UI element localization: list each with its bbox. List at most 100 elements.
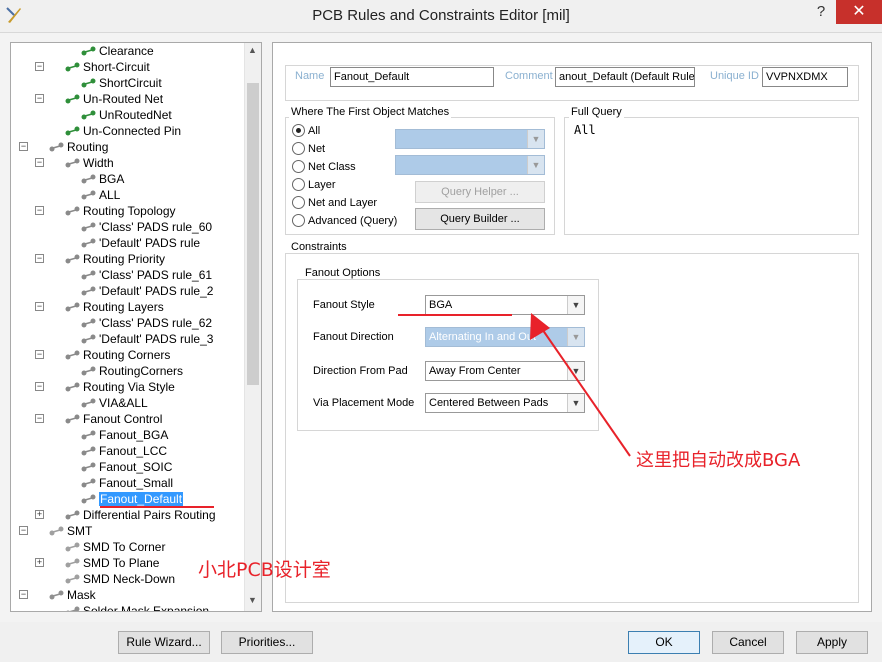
radio-layer[interactable]: Layer bbox=[292, 177, 336, 193]
direction-from-pad-label: Direction From Pad bbox=[313, 365, 408, 377]
tree-item[interactable]: Fanout_Small bbox=[81, 475, 173, 491]
tree-item[interactable]: − Routing Layers bbox=[35, 299, 164, 315]
fanout-options-title: Fanout Options bbox=[303, 267, 383, 279]
comment-input[interactable]: anout_Default (Default Rule) bbox=[555, 67, 695, 87]
tree-item[interactable]: Clearance bbox=[81, 43, 154, 59]
priorities-button[interactable]: Priorities... bbox=[221, 631, 313, 654]
mask-icon bbox=[49, 589, 65, 601]
expand-icon[interactable]: + bbox=[35, 558, 44, 567]
tree-item-label: Fanout Control bbox=[83, 412, 163, 426]
rule-wizard-button[interactable]: Rule Wizard... bbox=[118, 631, 210, 654]
tree-item[interactable]: + Differential Pairs Routing bbox=[35, 507, 216, 523]
radio-net-and-layer-icon[interactable] bbox=[292, 196, 305, 209]
full-query-text[interactable]: All bbox=[574, 123, 596, 137]
collapse-icon[interactable]: − bbox=[35, 158, 44, 167]
collapse-icon[interactable]: − bbox=[19, 526, 28, 535]
tree-item[interactable]: Solder Mask Expansion bbox=[65, 603, 209, 611]
tree-item[interactable]: SMD To Corner bbox=[65, 539, 165, 555]
tree-scroll-thumb[interactable] bbox=[247, 83, 259, 385]
tree-item[interactable]: 'Class' PADS rule_61 bbox=[81, 267, 212, 283]
radio-layer-icon[interactable] bbox=[292, 178, 305, 191]
radio-net[interactable]: Net bbox=[292, 141, 325, 157]
tree-item[interactable]: − SMT bbox=[19, 523, 92, 539]
radio-advanced[interactable]: Advanced (Query) bbox=[292, 213, 397, 229]
tree-item[interactable]: UnRoutedNet bbox=[81, 107, 172, 123]
scroll-down-icon[interactable]: ▼ bbox=[248, 595, 257, 605]
radio-net-and-layer[interactable]: Net and Layer bbox=[292, 195, 377, 211]
apply-button[interactable]: Apply bbox=[796, 631, 868, 654]
tree-item[interactable]: − Routing Via Style bbox=[35, 379, 175, 395]
close-button[interactable]: ✕ bbox=[836, 0, 882, 24]
collapse-icon[interactable]: − bbox=[35, 414, 44, 423]
help-button[interactable]: ? bbox=[806, 0, 836, 24]
ok-button[interactable]: OK bbox=[628, 631, 700, 654]
tree-item[interactable]: VIA&ALL bbox=[81, 395, 148, 411]
tree-item[interactable]: ALL bbox=[81, 187, 120, 203]
collapse-icon[interactable]: − bbox=[35, 94, 44, 103]
tree-item[interactable]: − Fanout Control bbox=[35, 411, 163, 427]
collapse-icon[interactable]: − bbox=[35, 382, 44, 391]
collapse-icon[interactable]: − bbox=[35, 62, 44, 71]
tree-item[interactable]: 'Class' PADS rule_62 bbox=[81, 315, 212, 331]
collapse-icon[interactable]: − bbox=[19, 142, 28, 151]
name-input[interactable]: Fanout_Default bbox=[330, 67, 494, 87]
tree-item[interactable]: − Un-Routed Net bbox=[35, 91, 163, 107]
collapse-icon[interactable]: − bbox=[35, 350, 44, 359]
collapse-icon[interactable]: − bbox=[35, 302, 44, 311]
chevron-down-icon[interactable]: ▼ bbox=[527, 156, 544, 174]
collapse-icon[interactable]: − bbox=[19, 590, 28, 599]
tree-item[interactable]: − Routing Corners bbox=[35, 347, 170, 363]
full-query-title: Full Query bbox=[569, 106, 624, 118]
fanout-direction-select[interactable]: Alternating In and Out ▼ bbox=[425, 327, 585, 347]
tree-item[interactable]: Fanout_LCC bbox=[81, 443, 167, 459]
chevron-down-icon[interactable]: ▼ bbox=[567, 394, 584, 412]
tree-item[interactable]: ShortCircuit bbox=[81, 75, 162, 91]
routing-icon bbox=[81, 365, 97, 377]
chevron-down-icon[interactable]: ▼ bbox=[567, 296, 584, 314]
chevron-down-icon[interactable]: ▼ bbox=[567, 328, 584, 346]
tree-item[interactable]: 'Default' PADS rule bbox=[81, 235, 200, 251]
collapse-icon[interactable]: − bbox=[35, 254, 44, 263]
tree-item[interactable]: Fanout_BGA bbox=[81, 427, 168, 443]
match-combo-2[interactable]: ▼ bbox=[395, 155, 545, 175]
radio-net-class-icon[interactable] bbox=[292, 160, 305, 173]
tree-item[interactable]: − Routing Priority bbox=[35, 251, 165, 267]
tree-scrollbar[interactable]: ▲ ▼ bbox=[244, 43, 261, 611]
radio-all[interactable]: All bbox=[292, 123, 320, 139]
cancel-button[interactable]: Cancel bbox=[712, 631, 784, 654]
tree-item[interactable]: + SMD To Plane bbox=[35, 555, 159, 571]
tree-item[interactable]: − Routing bbox=[19, 139, 108, 155]
tree-item[interactable]: Fanout_Default bbox=[81, 491, 184, 507]
query-builder-button[interactable]: Query Builder ... bbox=[415, 208, 545, 230]
tree-item[interactable]: Un-Connected Pin bbox=[65, 123, 181, 139]
tree-item[interactable]: 'Default' PADS rule_3 bbox=[81, 331, 213, 347]
tree-item-label: 'Class' PADS rule_60 bbox=[99, 220, 213, 234]
tree-item[interactable]: − Short-Circuit bbox=[35, 59, 150, 75]
rules-tree[interactable]: Clearance − Short-Circuit ShortCircuit − Un-R… bbox=[10, 42, 262, 612]
unique-id-input[interactable]: VVPNXDMX bbox=[762, 67, 848, 87]
scroll-up-icon[interactable]: ▲ bbox=[248, 45, 257, 55]
tree-item[interactable]: − Mask bbox=[19, 587, 96, 603]
tree-item[interactable]: SMD Neck-Down bbox=[65, 571, 175, 587]
chevron-down-icon[interactable]: ▼ bbox=[567, 362, 584, 380]
tree-item[interactable]: 'Class' PADS rule_60 bbox=[81, 219, 212, 235]
tree-item[interactable]: RoutingCorners bbox=[81, 363, 183, 379]
tree-item[interactable]: 'Default' PADS rule_2 bbox=[81, 283, 213, 299]
collapse-icon[interactable]: − bbox=[35, 206, 44, 215]
fanout-style-select[interactable]: BGA ▼ bbox=[425, 295, 585, 315]
constraints-title: Constraints bbox=[289, 241, 349, 253]
via-placement-select[interactable]: Centered Between Pads ▼ bbox=[425, 393, 585, 413]
query-helper-button[interactable]: Query Helper ... bbox=[415, 181, 545, 203]
tree-item[interactable]: − Routing Topology bbox=[35, 203, 176, 219]
tree-item[interactable]: BGA bbox=[81, 171, 124, 187]
chevron-down-icon[interactable]: ▼ bbox=[527, 130, 544, 148]
direction-from-pad-select[interactable]: Away From Center ▼ bbox=[425, 361, 585, 381]
tree-item[interactable]: − Width bbox=[35, 155, 114, 171]
radio-net-class[interactable]: Net Class bbox=[292, 159, 356, 175]
radio-advanced-icon[interactable] bbox=[292, 214, 305, 227]
expand-icon[interactable]: + bbox=[35, 510, 44, 519]
radio-net-icon[interactable] bbox=[292, 142, 305, 155]
match-combo-1[interactable]: ▼ bbox=[395, 129, 545, 149]
tree-item[interactable]: Fanout_SOIC bbox=[81, 459, 172, 475]
radio-all-icon[interactable] bbox=[292, 124, 305, 137]
